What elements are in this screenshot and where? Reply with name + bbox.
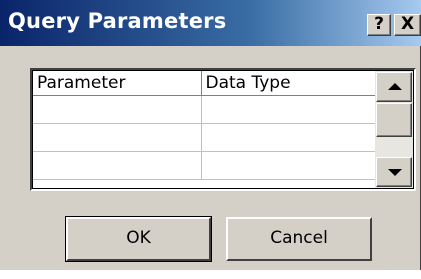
ok-button[interactable]: OK bbox=[65, 216, 212, 262]
parameters-table: Parameter Data Type bbox=[33, 71, 376, 180]
data-type-cell[interactable] bbox=[201, 151, 376, 180]
close-button[interactable]: X bbox=[394, 14, 421, 36]
data-type-cell[interactable] bbox=[201, 95, 376, 124]
scroll-down-button[interactable] bbox=[376, 157, 412, 187]
column-header-parameter[interactable]: Parameter bbox=[33, 71, 202, 96]
parameter-cell[interactable] bbox=[33, 95, 202, 124]
scroll-up-button[interactable] bbox=[376, 72, 412, 102]
cancel-button[interactable]: Cancel bbox=[226, 217, 372, 261]
parameters-grid: Parameter Data Type bbox=[30, 68, 416, 191]
table-row bbox=[33, 151, 376, 180]
table-row bbox=[33, 95, 376, 124]
vertical-scrollbar[interactable] bbox=[375, 71, 413, 188]
parameter-cell[interactable] bbox=[33, 151, 202, 180]
title-bar[interactable]: Query Parameters ? X bbox=[0, 0, 421, 46]
query-parameters-dialog: Query Parameters ? X Parameter Data Type bbox=[0, 0, 421, 270]
scroll-thumb[interactable] bbox=[376, 103, 412, 137]
table-row bbox=[33, 123, 376, 152]
parameter-cell[interactable] bbox=[33, 123, 202, 152]
data-type-cell[interactable] bbox=[201, 123, 376, 152]
help-button[interactable]: ? bbox=[367, 14, 391, 36]
dialog-title: Query Parameters bbox=[8, 9, 227, 33]
column-header-data-type[interactable]: Data Type bbox=[201, 71, 376, 96]
grid-header-row: Parameter Data Type bbox=[33, 71, 376, 96]
arrow-down-icon bbox=[388, 169, 402, 176]
arrow-up-icon bbox=[388, 83, 402, 90]
